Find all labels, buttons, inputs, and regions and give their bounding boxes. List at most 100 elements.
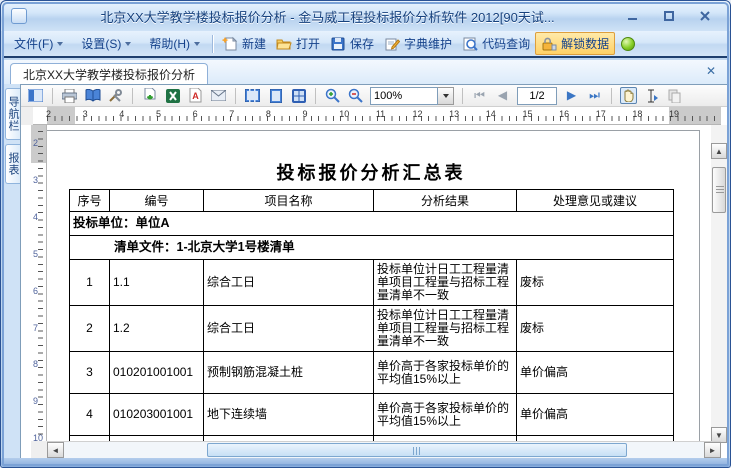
ruler-number: 8 — [33, 359, 38, 369]
col-header-code: 编号 — [110, 190, 204, 212]
cell-analysis: 投标单位计日工工程量清单项目工程量与招标工程量清单不一致 — [374, 306, 517, 352]
report-table-body: 投标单位：单位A 清单文件：1-北京大学1号楼清单 1 1.1 综合工日 投标单… — [70, 212, 674, 444]
page-indicator-input[interactable] — [517, 87, 557, 105]
bidder-group-row: 投标单位：单位A — [70, 212, 674, 236]
send-mail-icon[interactable] — [210, 87, 227, 104]
cell-code: 1.2 — [110, 306, 204, 352]
cell-analysis: 单价高于各家投标单价的平均值15%以上 — [374, 352, 517, 394]
page-view-icon[interactable] — [267, 87, 284, 104]
zoom-out-icon[interactable] — [347, 87, 364, 104]
close-tab-icon[interactable]: ✕ — [703, 63, 719, 79]
ruler-number: 4 — [119, 109, 124, 119]
main-area: 导航栏 报表 — [4, 84, 729, 459]
preview-canvas[interactable]: 投标报价分析汇总表 序号 编号 项目名称 分析结果 处理意见或建议 — [47, 125, 705, 443]
ruler-number: 15 — [522, 109, 532, 119]
side-tab-strip: 导航栏 报表 — [4, 84, 20, 459]
report-table: 序号 编号 项目名称 分析结果 处理意见或建议 投标单位：单位A — [69, 189, 674, 443]
multi-page-view-icon[interactable] — [290, 87, 307, 104]
toggle-panel-icon[interactable] — [27, 87, 44, 104]
table-row: 3 010201001001 预制钢筋混凝土桩 单价高于各家投标单价的平均值15… — [70, 352, 674, 394]
ruler-number: 14 — [486, 109, 496, 119]
cell-analysis: 单价高于各家投标单价的平均值15%以上 — [374, 394, 517, 436]
cell-name: 地下连续墙 — [204, 394, 374, 436]
ruler-number: 6 — [193, 109, 198, 119]
whole-page-view-icon[interactable] — [244, 87, 261, 104]
hand-tool-icon[interactable] — [620, 87, 637, 104]
ruler-number: 3 — [83, 109, 88, 119]
export-file-icon[interactable] — [141, 87, 158, 104]
menu-help[interactable]: 帮助(H) — [141, 32, 208, 55]
ruler-number: 4 — [33, 212, 38, 222]
zoom-input[interactable] — [370, 87, 438, 105]
zoom-combo — [370, 87, 454, 105]
cell-code: 010203001001 — [110, 394, 204, 436]
window-title: 北京XX大学教学楼投标报价分析 - 金马威工程投标报价分析软件 2012[90天… — [33, 7, 622, 26]
list-file-group-label: 清单文件：1-北京大学1号楼清单 — [70, 236, 674, 260]
ruler-number: 13 — [449, 109, 459, 119]
prev-page-icon[interactable]: ◀ — [494, 87, 511, 104]
menu-toolbar: 文件(F) 设置(S) 帮助(H) 新建 打开 — [4, 31, 729, 58]
zoom-in-icon[interactable] — [324, 87, 341, 104]
preview-toolbar: A — [21, 85, 728, 107]
minimize-button[interactable] — [622, 8, 644, 24]
sidebar-tab-report[interactable]: 报表 — [5, 144, 20, 184]
maximize-button[interactable] — [658, 8, 680, 24]
cell-seq: 4 — [70, 394, 110, 436]
scroll-up-icon[interactable]: ▲ — [711, 143, 727, 159]
open-button[interactable]: 打开 — [271, 33, 325, 54]
ruler-number: 5 — [156, 109, 161, 119]
unlock-data-label: 解锁数据 — [561, 35, 609, 52]
export-excel-icon[interactable] — [164, 87, 181, 104]
new-button[interactable]: 新建 — [217, 33, 271, 54]
scroll-right-icon[interactable]: ► — [704, 442, 721, 458]
ruler-ticks — [38, 131, 43, 443]
options-tools-icon[interactable] — [107, 87, 124, 104]
ruler-number: 5 — [33, 249, 38, 259]
menu-settings[interactable]: 设置(S) — [73, 32, 139, 55]
last-page-icon[interactable]: ⏭ — [586, 87, 603, 104]
vertical-scrollbar[interactable]: ▲ ▼ — [711, 125, 727, 443]
open-folder-icon — [276, 36, 292, 52]
cell-seq: 1 — [70, 260, 110, 306]
code-query-label: 代码查询 — [482, 35, 530, 52]
first-page-icon[interactable]: ⏮ — [471, 87, 488, 104]
horizontal-scrollbar[interactable]: ◄ ► — [47, 441, 721, 458]
save-button[interactable]: 保存 — [325, 33, 379, 54]
unlock-data-button[interactable]: 解锁数据 — [535, 32, 615, 55]
close-button[interactable] — [694, 8, 716, 24]
col-header-seq: 序号 — [70, 190, 110, 212]
menu-file[interactable]: 文件(F) — [6, 32, 71, 55]
ruler-number: 19 — [669, 109, 679, 119]
zoom-dropdown-button[interactable] — [438, 87, 454, 105]
cell-seq: 2 — [70, 306, 110, 352]
sidebar-tab-navigation[interactable]: 导航栏 — [5, 88, 20, 140]
chevron-down-icon — [194, 42, 200, 46]
ruler-number: 18 — [632, 109, 642, 119]
toolbar-separator — [235, 88, 236, 104]
print-icon[interactable] — [61, 87, 78, 104]
chevron-down-icon — [57, 42, 63, 46]
toolbar-separator — [132, 88, 133, 104]
toolbar-separator — [212, 35, 213, 53]
scroll-left-icon[interactable]: ◄ — [47, 442, 64, 458]
export-pdf-icon[interactable]: A — [187, 87, 204, 104]
page-setup-icon[interactable] — [84, 87, 101, 104]
vertical-scroll-thumb[interactable] — [712, 167, 726, 213]
ruler-number: 12 — [413, 109, 423, 119]
new-document-icon — [222, 36, 238, 52]
ruler-number: 9 — [303, 109, 308, 119]
application-window: 北京XX大学教学楼投标报价分析 - 金马威工程投标报价分析软件 2012[90天… — [0, 0, 731, 468]
cell-name: 综合工日 — [204, 260, 374, 306]
tab-report[interactable]: 北京XX大学教学楼投标报价分析 — [10, 63, 208, 84]
green-status-ball-icon — [621, 37, 635, 51]
code-query-button[interactable]: 代码查询 — [457, 33, 535, 54]
cell-suggestion: 单价偏高 — [517, 394, 674, 436]
copy-icon[interactable] — [666, 87, 683, 104]
horizontal-scroll-thumb[interactable] — [207, 443, 627, 457]
text-select-tool-icon[interactable] — [643, 87, 660, 104]
next-page-icon[interactable]: ▶ — [563, 87, 580, 104]
dictionary-maintain-button[interactable]: 字典维护 — [379, 33, 457, 54]
ruler-number: 11 — [376, 109, 385, 119]
col-header-suggestion: 处理意见或建议 — [517, 190, 674, 212]
toolbar-separator — [611, 88, 612, 104]
